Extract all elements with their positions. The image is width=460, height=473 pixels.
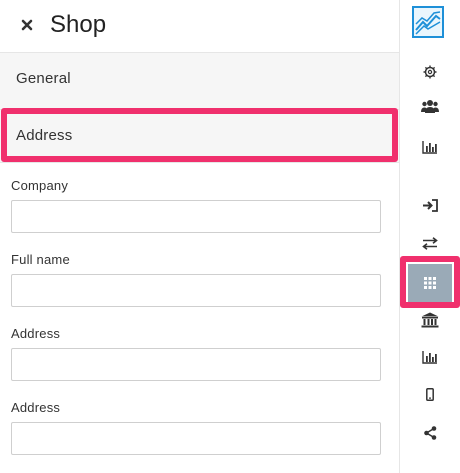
full-name-label: Full name [11, 252, 70, 267]
bar-chart-icon[interactable] [413, 344, 447, 370]
address-2-label: Address [11, 400, 61, 415]
full-name-field[interactable] [11, 274, 381, 307]
mobile-icon[interactable] [413, 381, 447, 407]
chart-logo-icon[interactable] [412, 6, 444, 38]
section-general-label: General [16, 70, 71, 87]
close-icon[interactable] [21, 14, 37, 36]
section-address[interactable]: Address [0, 110, 399, 163]
section-address-label: Address [16, 127, 73, 144]
address-1-label: Address [11, 326, 61, 341]
gear-icon[interactable] [413, 59, 447, 85]
shop-panel: Shop General Address Company Full name A… [0, 0, 400, 473]
panel-header: Shop [0, 0, 399, 53]
users-icon[interactable] [413, 93, 447, 119]
grid-icon[interactable] [408, 264, 452, 302]
sign-in-icon[interactable] [413, 192, 447, 218]
address-2-field[interactable] [11, 422, 381, 455]
page-title: Shop [50, 11, 107, 38]
section-general[interactable]: General [0, 53, 399, 110]
address-1-field[interactable] [11, 348, 381, 381]
exchange-icon[interactable] [413, 230, 447, 256]
bank-icon[interactable] [413, 307, 447, 333]
bar-chart-icon[interactable] [413, 134, 447, 160]
company-field[interactable] [11, 200, 381, 233]
side-rail [400, 0, 460, 473]
share-icon[interactable] [413, 420, 447, 446]
company-label: Company [11, 178, 69, 193]
